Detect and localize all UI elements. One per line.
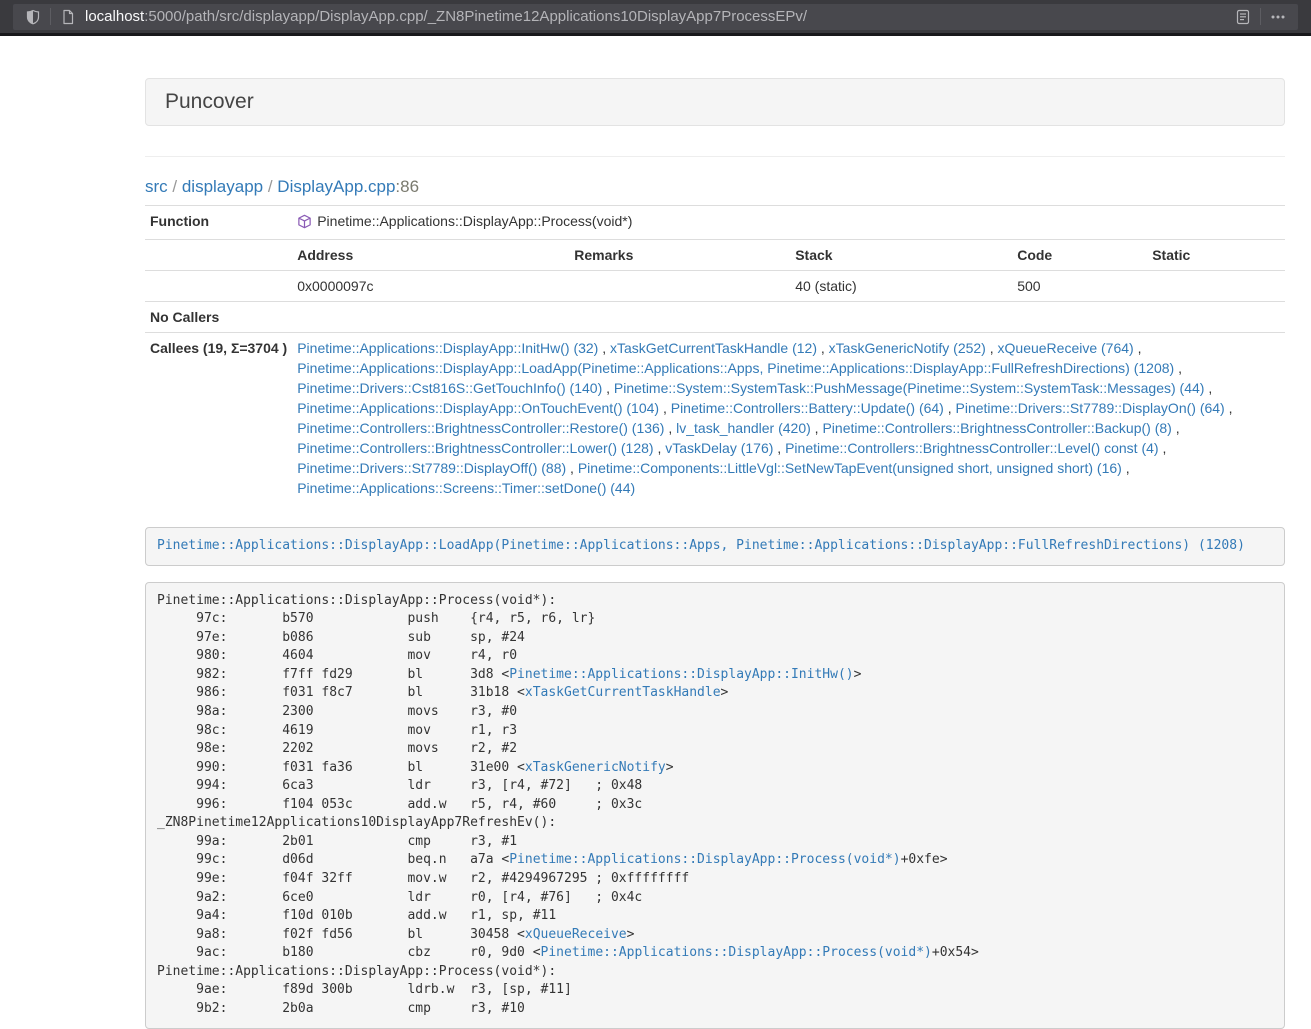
column-header-remarks: Remarks: [569, 240, 790, 271]
asm-line: 986: f031 f8c7 bl 31b18 <xTaskGetCurrent…: [157, 684, 1273, 703]
callees-label: Callees (19, Σ=3704 ): [145, 333, 292, 504]
callee-link[interactable]: Pinetime::Applications::DisplayApp::Load…: [297, 360, 1174, 376]
reader-mode-icon[interactable]: [1232, 6, 1254, 28]
url-text[interactable]: localhost:5000/path/src/displayapp/Displ…: [85, 8, 807, 25]
page-actions-icon[interactable]: [1267, 6, 1289, 28]
asm-line: Pinetime::Applications::DisplayApp::Proc…: [157, 592, 1273, 611]
asm-line: 9ae: f89d 300b ldrb.w r3, [sp, #11]: [157, 981, 1273, 1000]
stack-value: 40 (static): [790, 271, 1012, 302]
remarks-value: [569, 271, 790, 302]
asm-line: 99e: f04f 32ff mov.w r2, #4294967295 ; 0…: [157, 870, 1273, 889]
callee-link[interactable]: Pinetime::Drivers::St7789::DisplayOff() …: [297, 460, 566, 476]
callee-link[interactable]: xTaskGetCurrentTaskHandle (12): [610, 340, 817, 356]
symbol-link[interactable]: xTaskGetCurrentTaskHandle: [525, 685, 721, 700]
static-value: [1147, 271, 1285, 302]
loadapp-highlight-box: Pinetime::Applications::DisplayApp::Load…: [145, 527, 1285, 566]
callee-link[interactable]: xQueueReceive (764): [998, 340, 1134, 356]
symbol-table: Function Pinetime::Applications::Display…: [145, 205, 1285, 503]
disassembly-box: Pinetime::Applications::DisplayApp::Proc…: [145, 582, 1285, 1029]
page-icon[interactable]: [57, 6, 79, 28]
asm-line: Pinetime::Applications::DisplayApp::Proc…: [157, 963, 1273, 982]
column-header-static: Static: [1147, 240, 1285, 271]
column-header-address: Address: [292, 240, 569, 271]
browser-toolbar: localhost:5000/path/src/displayapp/Displ…: [0, 0, 1311, 33]
callee-link[interactable]: lv_task_handler (420): [676, 420, 811, 436]
no-callers-label: No Callers: [145, 302, 292, 333]
urlbar-divider: [1260, 8, 1261, 25]
callee-link[interactable]: Pinetime::Components::LittleVgl::SetNewT…: [578, 460, 1122, 476]
function-row: Function Pinetime::Applications::Display…: [145, 206, 1285, 240]
symbol-link[interactable]: Pinetime::Applications::DisplayApp::Init…: [509, 667, 853, 682]
callee-link[interactable]: Pinetime::Applications::Screens::Timer::…: [297, 480, 635, 496]
asm-line: 9ac: b180 cbz r0, 9d0 <Pinetime::Applica…: [157, 944, 1273, 963]
breadcrumb-separator: /: [168, 177, 182, 196]
asm-line: 99c: d06d beq.n a7a <Pinetime::Applicati…: [157, 851, 1273, 870]
asm-line: 98e: 2202 movs r2, #2: [157, 740, 1273, 759]
symbol-link[interactable]: Pinetime::Applications::DisplayApp::Proc…: [541, 945, 932, 960]
asm-line: 97e: b086 sub sp, #24: [157, 629, 1273, 648]
symbol-link[interactable]: xQueueReceive: [525, 927, 627, 942]
callee-link[interactable]: Pinetime::Drivers::St7789::DisplayOn() (…: [956, 400, 1225, 416]
callee-link[interactable]: vTaskDelay (176): [665, 440, 773, 456]
callee-link[interactable]: xTaskGenericNotify (252): [829, 340, 986, 356]
stats-header-row: Address Remarks Stack Code Static: [145, 240, 1285, 271]
asm-line: 996: f104 053c add.w r5, r4, #60 ; 0x3c: [157, 796, 1273, 815]
asm-line: 990: f031 fa36 bl 31e00 <xTaskGenericNot…: [157, 759, 1273, 778]
breadcrumb-line-number: :86: [395, 177, 419, 196]
callee-link[interactable]: Pinetime::Applications::DisplayApp::Init…: [297, 340, 598, 356]
code-value: 500: [1012, 271, 1147, 302]
function-name-cell: Pinetime::Applications::DisplayApp::Proc…: [292, 206, 1285, 240]
asm-line: 98c: 4619 mov r1, r3: [157, 722, 1273, 741]
url-bar[interactable]: localhost:5000/path/src/displayapp/Displ…: [13, 4, 1298, 30]
asm-line: 9a8: f02f fd56 bl 30458 <xQueueReceive>: [157, 926, 1273, 945]
asm-line: 9a2: 6ce0 ldr r0, [r4, #76] ; 0x4c: [157, 889, 1273, 908]
divider: [145, 156, 1285, 157]
asm-line: 98a: 2300 movs r3, #0: [157, 703, 1273, 722]
breadcrumb: src / displayapp / DisplayApp.cpp:86: [145, 177, 1285, 197]
package-icon: [297, 214, 312, 234]
shield-icon[interactable]: [22, 6, 44, 28]
function-name: Pinetime::Applications::DisplayApp::Proc…: [317, 213, 632, 229]
breadcrumb-item[interactable]: src: [145, 177, 168, 196]
symbol-link[interactable]: Pinetime::Applications::DisplayApp::Proc…: [509, 852, 900, 867]
callee-link[interactable]: Pinetime::Controllers::BrightnessControl…: [822, 420, 1171, 436]
asm-line: 982: f7ff fd29 bl 3d8 <Pinetime::Applica…: [157, 666, 1273, 685]
loadapp-link[interactable]: Pinetime::Applications::DisplayApp::Load…: [157, 538, 1245, 553]
breadcrumb-item[interactable]: DisplayApp.cpp: [277, 177, 395, 196]
asm-line: 994: 6ca3 ldr r3, [r4, #72] ; 0x48: [157, 777, 1273, 796]
address-value: 0x0000097c: [292, 271, 569, 302]
symbol-link[interactable]: xTaskGenericNotify: [525, 760, 666, 775]
breadcrumb-item[interactable]: displayapp: [182, 177, 263, 196]
callees-row: Callees (19, Σ=3704 ) Pinetime::Applicat…: [145, 333, 1285, 504]
callee-link[interactable]: Pinetime::Controllers::BrightnessControl…: [297, 420, 664, 436]
page-container: Puncover src / displayapp / DisplayApp.c…: [145, 78, 1285, 1029]
asm-line: 9b2: 2b0a cmp r3, #10: [157, 1000, 1273, 1019]
callees-list: Pinetime::Applications::DisplayApp::Init…: [292, 333, 1285, 504]
callee-link[interactable]: Pinetime::Controllers::BrightnessControl…: [297, 440, 653, 456]
stats-value-row: 0x0000097c 40 (static) 500: [145, 271, 1285, 302]
callee-link[interactable]: Pinetime::Controllers::BrightnessControl…: [785, 440, 1158, 456]
asm-line: _ZN8Pinetime12Applications10DisplayApp7R…: [157, 814, 1273, 833]
url-host: localhost: [85, 8, 144, 25]
toolbar-bottom-edge: [0, 33, 1311, 36]
callee-link[interactable]: Pinetime::Applications::DisplayApp::OnTo…: [297, 400, 659, 416]
callee-link[interactable]: Pinetime::Drivers::Cst816S::GetTouchInfo…: [297, 380, 602, 396]
asm-line: 97c: b570 push {r4, r5, r6, lr}: [157, 610, 1273, 629]
callee-link[interactable]: Pinetime::Controllers::Battery::Update()…: [671, 400, 944, 416]
function-label: Function: [145, 206, 292, 240]
column-header-stack: Stack: [790, 240, 1012, 271]
page-title: Puncover: [165, 90, 254, 113]
asm-line: 99a: 2b01 cmp r3, #1: [157, 833, 1273, 852]
asm-line: 9a4: f10d 010b add.w r1, sp, #11: [157, 907, 1273, 926]
callee-link[interactable]: Pinetime::System::SystemTask::PushMessag…: [614, 380, 1205, 396]
urlbar-divider: [50, 8, 51, 25]
no-callers-row: No Callers: [145, 302, 1285, 333]
breadcrumb-separator: /: [263, 177, 277, 196]
app-header-panel: Puncover: [145, 78, 1285, 126]
url-path: :5000/path/src/displayapp/DisplayApp.cpp…: [144, 8, 807, 25]
asm-line: 980: 4604 mov r4, r0: [157, 647, 1273, 666]
column-header-code: Code: [1012, 240, 1147, 271]
